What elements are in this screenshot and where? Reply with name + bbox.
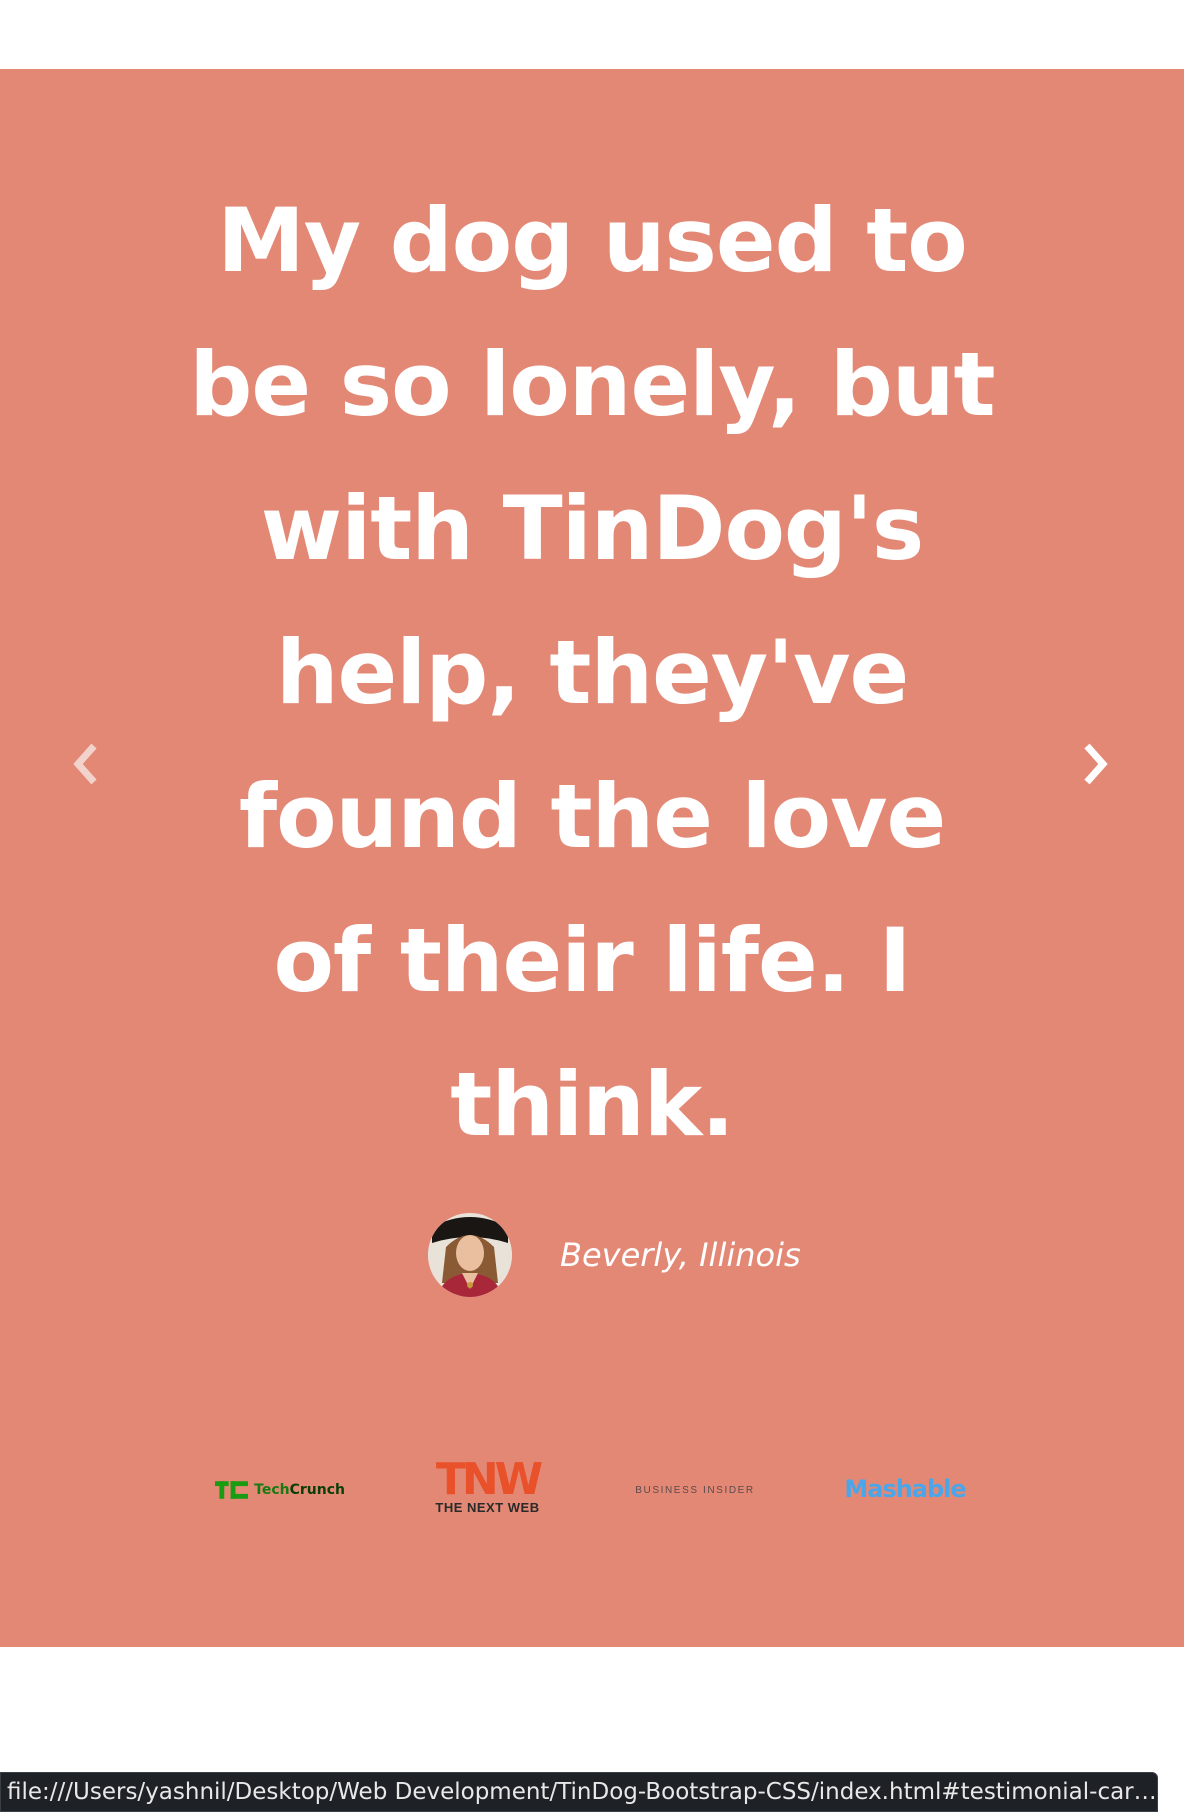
- tnw-subtitle: THE NEXT WEB: [435, 1500, 540, 1515]
- business-insider-wordmark: BUSINESS INSIDER: [635, 1484, 755, 1496]
- testimonial-section: My dog used to be so lonely, but with Ti…: [0, 69, 1184, 1647]
- chevron-right-icon: [1084, 743, 1108, 785]
- mashable-wordmark: Mashable: [844, 1475, 966, 1503]
- testimonial-author: Beverly, Illinois: [0, 1213, 1184, 1303]
- quote-line: think.: [450, 1053, 734, 1156]
- press-logos: TechCrunch TNW THE NEXT WEB BUSINESS INS…: [0, 1449, 1184, 1539]
- page-top-gap: [0, 0, 1184, 69]
- testimonial-quote: My dog used to be so lonely, but with Ti…: [150, 169, 1034, 1177]
- carousel-next-button[interactable]: [1066, 719, 1126, 809]
- quote-line: found the love: [238, 765, 946, 868]
- carousel-prev-button[interactable]: [55, 719, 115, 809]
- business-insider-logo: BUSINESS INSIDER: [630, 1477, 760, 1503]
- quote-line: My dog used to: [217, 189, 968, 292]
- quote-line: with TinDog's: [260, 477, 924, 580]
- techcrunch-mark-icon: [215, 1481, 249, 1499]
- the-next-web-logo: TNW THE NEXT WEB: [420, 1457, 555, 1519]
- tnw-mark: TNW: [435, 1454, 543, 1505]
- status-url: file:///Users/yashnil/Desktop/Web Develo…: [7, 1779, 1157, 1805]
- mashable-logo: Mashable: [835, 1471, 975, 1507]
- testimonial-carousel: My dog used to be so lonely, but with Ti…: [0, 69, 1184, 1389]
- author-avatar: [428, 1213, 512, 1297]
- techcrunch-logo: TechCrunch: [215, 1475, 345, 1505]
- quote-line: help, they've: [275, 621, 909, 724]
- woman-portrait-avatar-icon: [428, 1213, 512, 1297]
- author-location: Beverly, Illinois: [560, 1236, 801, 1274]
- quote-line: of their life. I: [273, 909, 911, 1012]
- browser-status-bar: file:///Users/yashnil/Desktop/Web Develo…: [0, 1772, 1158, 1812]
- quote-line: be so lonely, but: [189, 333, 995, 436]
- techcrunch-wordmark: TechCrunch: [254, 1482, 345, 1498]
- chevron-left-icon: [73, 743, 97, 785]
